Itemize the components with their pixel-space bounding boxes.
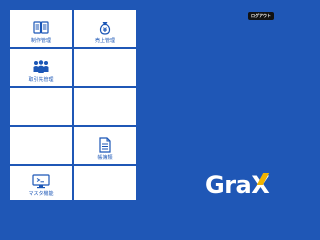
tile-production-management[interactable]: 制作管理 bbox=[10, 10, 72, 47]
logout-button[interactable]: ログアウト bbox=[248, 12, 274, 20]
tile-label: 売上管理 bbox=[94, 38, 115, 44]
money-bag-icon: ¥ bbox=[99, 22, 111, 35]
book-icon bbox=[33, 21, 49, 34]
grax-logo: GraX bbox=[205, 170, 275, 200]
tile-label: 取引先管理 bbox=[28, 77, 54, 83]
tile-empty bbox=[74, 49, 136, 86]
tile-empty bbox=[74, 88, 136, 125]
tile-sales-management[interactable]: ¥ 売上管理 bbox=[74, 10, 136, 47]
tile-empty bbox=[10, 88, 72, 125]
tile-master-functions[interactable]: マスタ機能 bbox=[10, 166, 72, 200]
tile-label: 帳簿類 bbox=[97, 155, 113, 161]
svg-text:¥: ¥ bbox=[103, 27, 108, 34]
tile-empty bbox=[74, 166, 136, 200]
monitor-icon bbox=[32, 174, 50, 189]
document-icon bbox=[99, 137, 111, 153]
people-icon bbox=[33, 60, 49, 73]
tile-ledgers[interactable]: 帳簿類 bbox=[74, 127, 136, 164]
tile-empty bbox=[10, 127, 72, 164]
tile-label: 制作管理 bbox=[30, 38, 51, 44]
tile-label: マスタ機能 bbox=[28, 191, 54, 197]
menu-grid: 制作管理 ¥ 売上管理 取引先管理 帳簿類 マスタ機能 bbox=[0, 10, 146, 200]
tile-client-management[interactable]: 取引先管理 bbox=[10, 49, 72, 86]
app-root: ログアウト 制作管理 ¥ 売上管理 取引先管理 帳簿類 マスタ機能 GraX bbox=[0, 0, 288, 212]
logo-text: GraX bbox=[205, 171, 270, 199]
